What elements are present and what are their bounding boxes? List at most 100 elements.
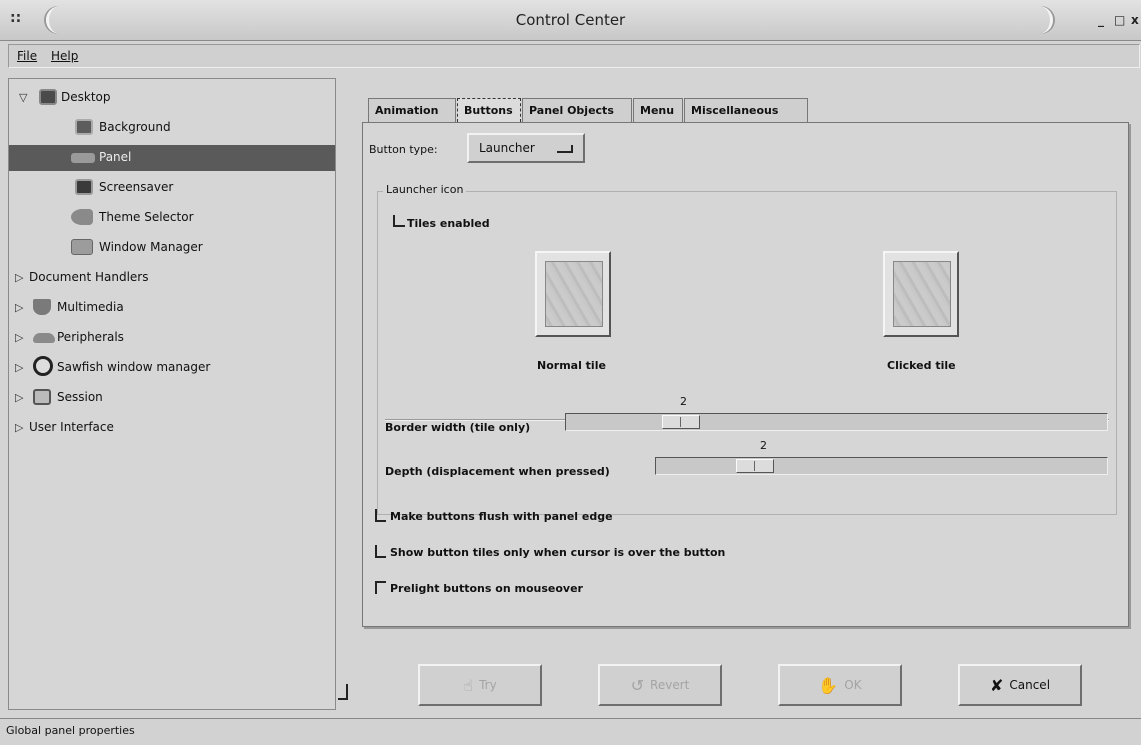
border-width-label: Border width (tile only) <box>385 421 531 434</box>
tree-item-label: Document Handlers <box>29 270 149 284</box>
tree-item-peripherals[interactable]: ▷ Peripherals <box>9 325 335 351</box>
tiles-on-hover-option[interactable]: Show button tiles only when cursor is ov… <box>375 545 725 559</box>
normal-tile-image[interactable] <box>535 251 611 337</box>
expand-arrow-icon[interactable]: ▷ <box>15 271 23 284</box>
launcher-icon-frame-title: Launcher icon <box>383 183 467 196</box>
border-width-slider[interactable] <box>565 413 1108 431</box>
try-button[interactable]: ☝ Try <box>418 664 542 706</box>
tree-item-window-manager[interactable]: Window Manager <box>9 235 335 261</box>
tab-panel-objects[interactable]: Panel Objects <box>522 98 632 122</box>
depth-value: 2 <box>760 439 767 452</box>
tiles-on-hover-label: Show button tiles only when cursor is ov… <box>390 546 726 559</box>
desktop-icon <box>39 89 57 105</box>
screensaver-icon <box>75 179 93 195</box>
expand-arrow-icon[interactable]: ▷ <box>15 301 23 314</box>
ok-label: OK <box>844 678 862 692</box>
menu-help[interactable]: Help <box>51 49 78 63</box>
try-icon: ☝ <box>463 675 474 695</box>
prelight-label: Prelight buttons on mouseover <box>390 582 583 595</box>
normal-tile-texture <box>545 261 603 327</box>
resize-corner-icon <box>338 684 348 700</box>
tree-item-label: Peripherals <box>57 330 124 344</box>
flush-edge-option[interactable]: Make buttons flush with panel edge <box>375 509 613 523</box>
option-menu-indicator-icon <box>557 145 573 153</box>
window-manager-icon <box>71 239 93 255</box>
tree-item-theme-selector[interactable]: Theme Selector <box>9 205 335 231</box>
panel-icon <box>71 153 95 163</box>
buttons-tab-panel: Button type: Launcher Launcher icon Tile… <box>362 122 1129 627</box>
menu-file[interactable]: File <box>17 49 37 63</box>
expand-arrow-icon[interactable]: ▷ <box>15 421 23 434</box>
tree-item-sawfish[interactable]: ▷ Sawfish window manager <box>9 355 335 381</box>
tree-item-screensaver[interactable]: Screensaver <box>9 175 335 201</box>
menu-bar: File Help <box>8 44 1140 68</box>
background-icon <box>75 119 93 135</box>
depth-slider[interactable] <box>655 457 1108 475</box>
collapse-arrow-icon[interactable]: ▽ <box>19 91 27 104</box>
tree-item-label: Panel <box>99 150 132 164</box>
expand-arrow-icon[interactable]: ▷ <box>15 331 23 344</box>
sawfish-icon <box>33 356 53 376</box>
title-bar[interactable]: :: Control Center _ □ x <box>0 0 1141 41</box>
tree-item-user-interface[interactable]: ▷ User Interface <box>9 415 335 441</box>
clicked-tile-image[interactable] <box>883 251 959 337</box>
tab-buttons[interactable]: Buttons <box>457 98 521 122</box>
tree-item-label: User Interface <box>29 420 114 434</box>
close-button[interactable]: x <box>1131 13 1139 27</box>
try-label: Try <box>479 678 497 692</box>
tree-item-multimedia[interactable]: ▷ Multimedia <box>9 295 335 321</box>
maximize-button[interactable]: □ <box>1114 13 1125 27</box>
tiles-enabled-checkbox[interactable] <box>393 215 405 227</box>
tree-item-desktop[interactable]: ▽ Desktop <box>9 85 335 111</box>
tree-item-label: Screensaver <box>99 180 174 194</box>
cancel-icon: ✘ <box>989 675 1004 695</box>
tree-item-label: Theme Selector <box>99 210 194 224</box>
clicked-tile-texture <box>893 261 951 327</box>
multimedia-icon <box>33 299 51 315</box>
button-type-select[interactable]: Launcher <box>467 133 585 163</box>
tree-item-label: Sawfish window manager <box>57 360 211 374</box>
tree-item-panel[interactable]: Panel <box>9 145 335 171</box>
expand-arrow-icon[interactable]: ▷ <box>15 361 23 374</box>
revert-button[interactable]: ↺ Revert <box>598 664 722 706</box>
revert-label: Revert <box>650 678 690 692</box>
ok-button[interactable]: ✋ OK <box>778 664 902 706</box>
prelight-checkbox[interactable] <box>375 581 386 594</box>
tree-item-session[interactable]: ▷ Session <box>9 385 335 411</box>
tab-menu[interactable]: Menu <box>633 98 683 122</box>
category-tree[interactable]: ▽ Desktop Background Panel Screensaver T… <box>8 78 336 710</box>
border-width-slider-handle[interactable] <box>662 415 700 429</box>
ok-icon: ✋ <box>818 675 839 695</box>
tree-item-document-handlers[interactable]: ▷ Document Handlers <box>9 265 335 291</box>
depth-label: Depth (displacement when pressed) <box>385 465 610 478</box>
tree-item-background[interactable]: Background <box>9 115 335 141</box>
tree-item-label: Window Manager <box>99 240 203 254</box>
tiles-on-hover-checkbox[interactable] <box>375 545 386 558</box>
cancel-button[interactable]: ✘ Cancel <box>958 664 1082 706</box>
minimize-button[interactable]: _ <box>1098 13 1104 27</box>
peripherals-icon <box>33 333 55 343</box>
depth-slider-handle[interactable] <box>736 459 774 473</box>
expand-arrow-icon[interactable]: ▷ <box>15 391 23 404</box>
tab-miscellaneous[interactable]: Miscellaneous <box>684 98 808 122</box>
tiles-enabled-label: Tiles enabled <box>407 217 490 230</box>
normal-tile-label: Normal tile <box>537 359 606 372</box>
main-content: Animation Buttons Panel Objects Menu Mis… <box>356 90 1136 634</box>
status-bar: Global panel properties <box>0 718 1141 745</box>
cancel-label: Cancel <box>1009 678 1051 692</box>
flush-edge-label: Make buttons flush with panel edge <box>390 510 613 523</box>
clicked-tile-label: Clicked tile <box>887 359 956 372</box>
tree-item-label: Session <box>57 390 103 404</box>
button-type-label: Button type: <box>369 143 438 156</box>
status-text: Global panel properties <box>6 724 135 737</box>
tree-item-label: Background <box>99 120 171 134</box>
session-icon <box>33 389 51 405</box>
theme-icon <box>71 209 93 225</box>
window-title: Control Center <box>515 11 626 29</box>
revert-icon: ↺ <box>630 675 645 695</box>
tab-animation[interactable]: Animation <box>368 98 456 122</box>
prelight-option[interactable]: Prelight buttons on mouseover <box>375 581 583 595</box>
border-width-value: 2 <box>680 395 687 408</box>
tree-item-label: Multimedia <box>57 300 124 314</box>
flush-edge-checkbox[interactable] <box>375 509 386 522</box>
